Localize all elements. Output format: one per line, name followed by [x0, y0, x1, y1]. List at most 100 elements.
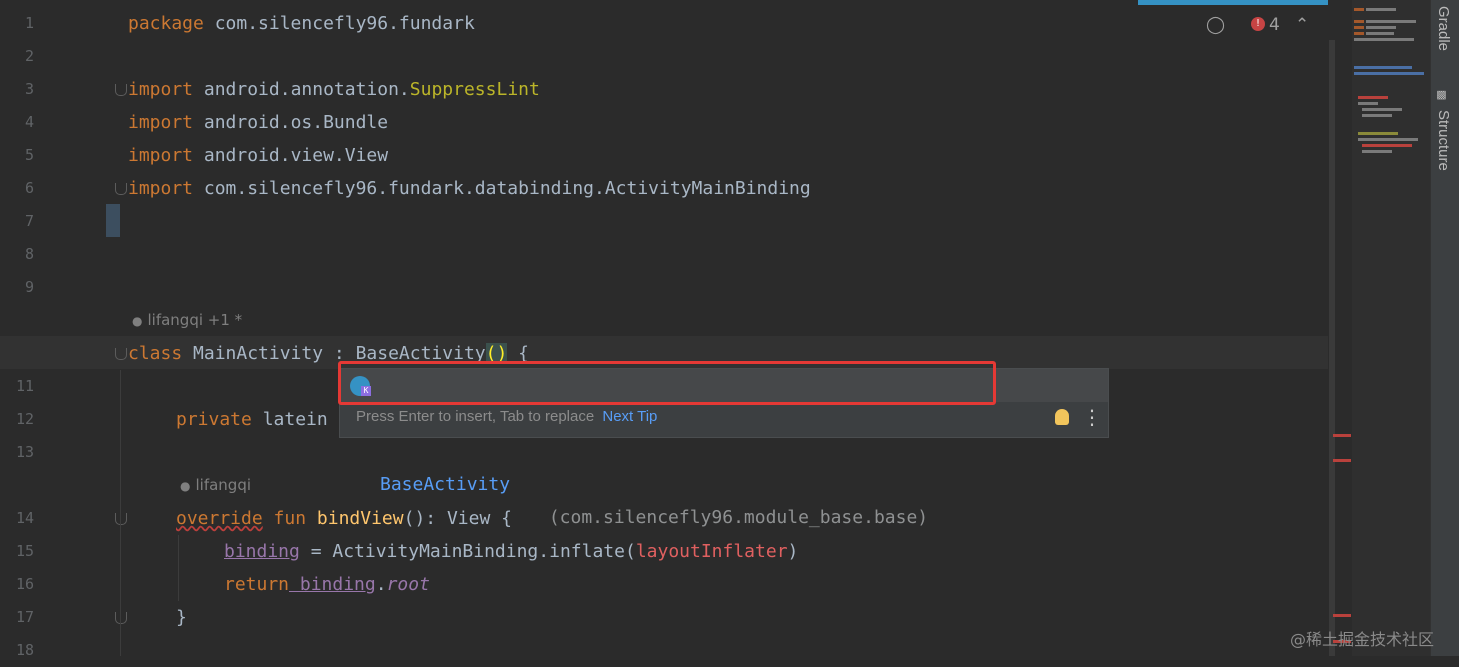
tab-indicator [1138, 0, 1342, 5]
right-tool-bar: Gradle ▩ Structure [1430, 0, 1459, 656]
keyword: fun [262, 508, 307, 529]
chevron-up-icon[interactable]: ⌃ [1295, 12, 1309, 38]
property-name: binding [289, 574, 376, 595]
error-stripe-marker[interactable] [1333, 434, 1351, 437]
minimap-line [1362, 114, 1392, 117]
scrollbar-thumb[interactable] [1329, 40, 1335, 656]
keyword: import [128, 112, 194, 133]
minimap-line [1358, 132, 1398, 135]
author-inlay-hint[interactable]: ● lifangqi +1 * [132, 308, 242, 332]
keyword: override [176, 508, 263, 529]
minimap-line [1366, 32, 1394, 35]
minimap-line [1366, 8, 1396, 11]
keyword: class [128, 343, 183, 364]
error-icon[interactable]: ! [1251, 17, 1265, 31]
author-text: lifangqi [195, 476, 252, 494]
minimap-line [1354, 72, 1424, 75]
code-text: latein [251, 409, 328, 430]
person-icon: ● [132, 314, 143, 328]
keyword: import [128, 79, 194, 100]
minimap-line [1362, 108, 1402, 111]
line-number: 13 [15, 443, 34, 461]
changed-line-marker [106, 204, 120, 237]
indent-guide [178, 535, 179, 601]
minimap-line [1362, 144, 1412, 147]
line-number: 3 [24, 80, 34, 98]
code-text: android.view.View [193, 145, 389, 166]
structure-tab[interactable]: Structure [1435, 110, 1452, 171]
completion-item-package: (com.silencefly96.module_base.base) [538, 507, 929, 528]
code-text: } [176, 607, 187, 628]
watermark: @稀土掘金技术社区 [1290, 630, 1435, 649]
line-number: 1 [24, 14, 34, 32]
line-number: 11 [15, 377, 34, 395]
minimap-line [1358, 102, 1378, 105]
minimap-line [1366, 20, 1416, 23]
line-number: 17 [15, 608, 34, 626]
code-minimap[interactable] [1352, 0, 1430, 656]
code-text: ) [787, 541, 799, 562]
fold-marker-icon[interactable] [115, 513, 127, 525]
line-number: 2 [24, 47, 34, 65]
eye-slash-icon[interactable]: ◯ [1206, 12, 1225, 38]
line-number: 9 [24, 278, 34, 296]
line-number: 8 [24, 245, 34, 263]
line-number: 7 [24, 212, 34, 230]
author-inlay-hint[interactable]: ● lifangqi [180, 473, 251, 497]
code-text: (): View { [403, 508, 512, 529]
author-text: lifangqi +1 * [147, 311, 243, 329]
structure-icon: ▩ [1435, 88, 1447, 101]
code-line-1[interactable]: package com.silencefly96.fundark [128, 7, 475, 40]
minimap-line [1354, 26, 1364, 29]
completion-item-name: BaseActivity [380, 474, 511, 495]
person-icon: ● [180, 479, 191, 493]
annotation-name: SuppressLint [409, 79, 540, 100]
fold-marker-icon[interactable] [115, 612, 127, 624]
error-stripe-marker[interactable] [1333, 459, 1351, 462]
code-line-4[interactable]: import android.os.Bundle [128, 106, 388, 139]
code-line-16[interactable]: return binding.root [224, 568, 430, 601]
minimap-line [1362, 150, 1392, 153]
fold-marker-icon[interactable] [115, 84, 127, 96]
completion-hint: Press Enter to insert, Tab to replace Ne… [356, 405, 657, 429]
property-name: binding [224, 541, 300, 562]
highlight-annotation-box [338, 361, 996, 405]
line-number: 6 [24, 179, 34, 197]
property-name: root [386, 574, 430, 595]
keyword: return [224, 574, 290, 595]
code-line-6[interactable]: import com.silencefly96.fundark.databind… [128, 172, 811, 205]
code-line-5[interactable]: import android.view.View [128, 139, 388, 172]
keyword: import [128, 178, 194, 199]
code-line-15[interactable]: binding = ActivityMainBinding.inflate(la… [224, 535, 798, 568]
code-line-3[interactable]: import android.annotation.SuppressLint [128, 73, 540, 106]
code-text: . [375, 574, 387, 595]
minimap-line [1358, 96, 1388, 99]
line-number: 4 [24, 113, 34, 131]
gradle-tab[interactable]: Gradle [1435, 6, 1452, 51]
minimap-line [1358, 138, 1418, 141]
fold-marker-icon[interactable] [115, 183, 127, 195]
more-options-icon[interactable]: ⋮ [1082, 405, 1102, 429]
error-stripe-marker[interactable] [1333, 614, 1351, 617]
code-line-12[interactable]: private latein [176, 403, 328, 436]
fold-marker-icon[interactable] [115, 348, 127, 360]
keyword: package [128, 13, 204, 34]
code-text: com.silencefly96.fundark [203, 13, 475, 34]
code-text: android.annotation. [193, 79, 410, 100]
line-number: 16 [15, 575, 34, 593]
line-number: 12 [15, 410, 34, 428]
code-line-17[interactable]: } [176, 601, 187, 634]
completion-hint-text: Press Enter to insert, Tab to replace [356, 408, 595, 425]
minimap-line [1354, 20, 1364, 23]
next-tip-link[interactable]: Next Tip [602, 408, 657, 425]
minimap-line [1354, 32, 1364, 35]
lightbulb-icon[interactable] [1055, 409, 1069, 425]
line-number: 15 [15, 542, 34, 560]
keyword: import [128, 145, 194, 166]
indent-guide [120, 370, 121, 656]
parameter-name: layoutInflater [635, 541, 788, 562]
minimap-line [1354, 8, 1364, 11]
minimap-line [1366, 26, 1396, 29]
line-number: 5 [24, 146, 34, 164]
error-count[interactable]: 4 [1269, 12, 1280, 38]
